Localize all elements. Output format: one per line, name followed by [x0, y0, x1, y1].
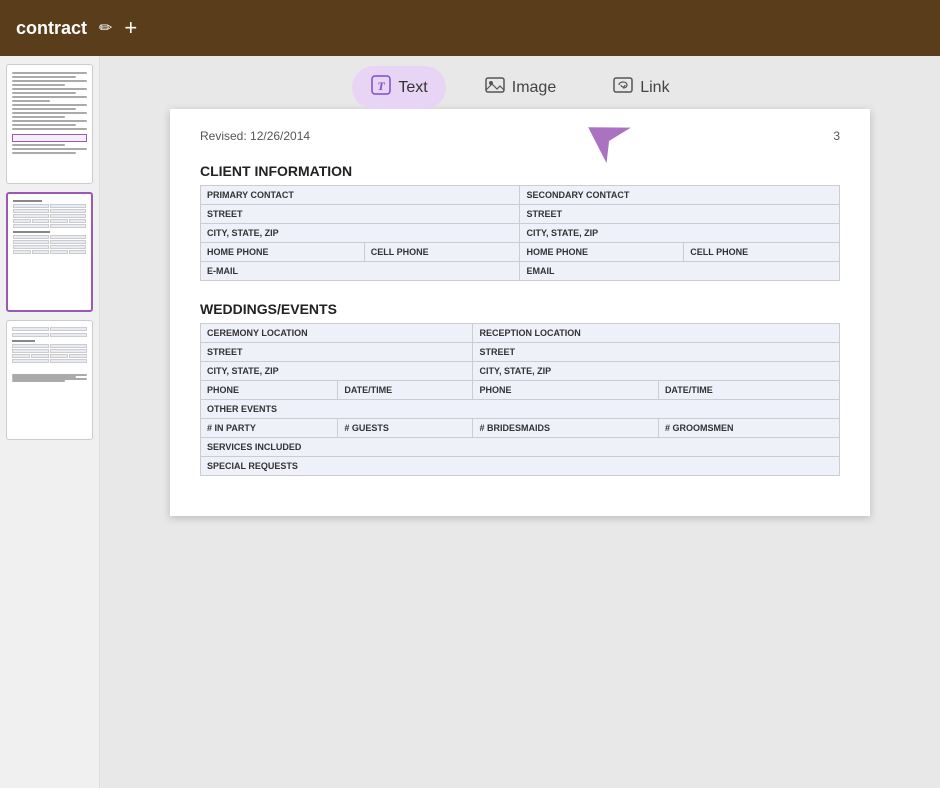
cell-phone-left-label: CELL PHONE [364, 243, 520, 262]
table-row: PRIMARY CONTACT SECONDARY CONTACT [201, 186, 840, 205]
weddings-table: CEREMONY LOCATION RECEPTION LOCATION STR… [200, 323, 840, 476]
w-city-state-zip-left-label: CITY, STATE, ZIP [201, 362, 473, 381]
home-phone-right-label: HOME PHONE [520, 243, 684, 262]
special-requests-label: SPECIAL REQUESTS [201, 457, 840, 476]
client-section-title: CLIENT INFORMATION [200, 163, 840, 179]
sidebar-page-2[interactable] [6, 192, 93, 312]
image-tool-icon [484, 74, 506, 101]
page-number: 3 [833, 129, 840, 143]
table-row: HOME PHONE CELL PHONE HOME PHONE CELL PH… [201, 243, 840, 262]
ceremony-location-label: CEREMONY LOCATION [201, 324, 473, 343]
home-phone-left-label: HOME PHONE [201, 243, 365, 262]
sidebar [0, 56, 100, 788]
city-state-zip-right-label: CITY, STATE, ZIP [520, 224, 840, 243]
city-state-zip-left-label: CITY, STATE, ZIP [201, 224, 520, 243]
guests-label: # GUESTS [338, 419, 473, 438]
toolbar-inner: T Text Image [352, 66, 687, 109]
w-datetime-left-label: DATE/TIME [338, 381, 473, 400]
weddings-section-title: WEDDINGS/EVENTS [200, 301, 840, 317]
email-right-label: EMAIL [520, 262, 840, 281]
table-row: STREET STREET [201, 343, 840, 362]
w-city-state-zip-right-label: CITY, STATE, ZIP [473, 362, 840, 381]
w-datetime-right-label: DATE/TIME [658, 381, 839, 400]
table-row: OTHER EVENTS [201, 400, 840, 419]
image-tool-button[interactable]: Image [466, 66, 574, 109]
w-street-left-label: STREET [201, 343, 473, 362]
groomsmen-label: # GROOMSMEN [658, 419, 839, 438]
w-phone-right-label: PHONE [473, 381, 658, 400]
other-events-label: OTHER EVENTS [201, 400, 840, 419]
image-tool-label: Image [512, 79, 556, 97]
text-tool-label: Text [398, 79, 427, 97]
street-left-label: STREET [201, 205, 520, 224]
sidebar-page-1[interactable] [6, 64, 93, 184]
text-tool-button[interactable]: T Text [352, 66, 445, 109]
table-row: PHONE DATE/TIME PHONE DATE/TIME [201, 381, 840, 400]
table-row: STREET STREET [201, 205, 840, 224]
table-row: SERVICES INCLUDED [201, 438, 840, 457]
services-included-label: SERVICES INCLUDED [201, 438, 840, 457]
client-info-table: PRIMARY CONTACT SECONDARY CONTACT STREET… [200, 185, 840, 281]
secondary-contact-label: SECONDARY CONTACT [520, 186, 840, 205]
w-phone-left-label: PHONE [201, 381, 338, 400]
table-row: CEREMONY LOCATION RECEPTION LOCATION [201, 324, 840, 343]
document: Revised: 12/26/2014 3 CLIENT INFORMATION… [170, 109, 870, 516]
table-row: # IN PARTY # GUESTS # BRIDESMAIDS # GROO… [201, 419, 840, 438]
image-icon-svg [484, 74, 506, 96]
main-layout: T Text Image [0, 56, 940, 788]
text-tool-icon: T [370, 74, 392, 101]
w-street-right-label: STREET [473, 343, 840, 362]
reception-location-label: RECEPTION LOCATION [473, 324, 840, 343]
edit-icon[interactable]: ✏ [99, 18, 112, 38]
link-tool-button[interactable]: Link [594, 66, 687, 109]
bridesmaids-label: # BRIDESMAIDS [473, 419, 658, 438]
revised-date: Revised: 12/26/2014 [200, 129, 310, 143]
primary-contact-label: PRIMARY CONTACT [201, 186, 520, 205]
table-row: CITY, STATE, ZIP CITY, STATE, ZIP [201, 362, 840, 381]
cell-phone-right-label: CELL PHONE [684, 243, 840, 262]
sidebar-page-3[interactable] [6, 320, 93, 440]
email-left-label: E-MAIL [201, 262, 520, 281]
svg-text:T: T [378, 79, 386, 93]
table-row: CITY, STATE, ZIP CITY, STATE, ZIP [201, 224, 840, 243]
table-row: E-MAIL EMAIL [201, 262, 840, 281]
add-tab-button[interactable]: + [124, 15, 137, 41]
link-tool-icon [612, 74, 634, 101]
link-tool-label: Link [640, 79, 669, 97]
link-icon-svg [612, 74, 634, 96]
content-area: T Text Image [100, 56, 940, 788]
top-bar: contract ✏ + [0, 0, 940, 56]
tab-title: contract [16, 18, 87, 39]
street-right-label: STREET [520, 205, 840, 224]
doc-header: Revised: 12/26/2014 3 [200, 129, 840, 143]
table-row: SPECIAL REQUESTS [201, 457, 840, 476]
in-party-label: # IN PARTY [201, 419, 338, 438]
text-icon-svg: T [370, 74, 392, 96]
